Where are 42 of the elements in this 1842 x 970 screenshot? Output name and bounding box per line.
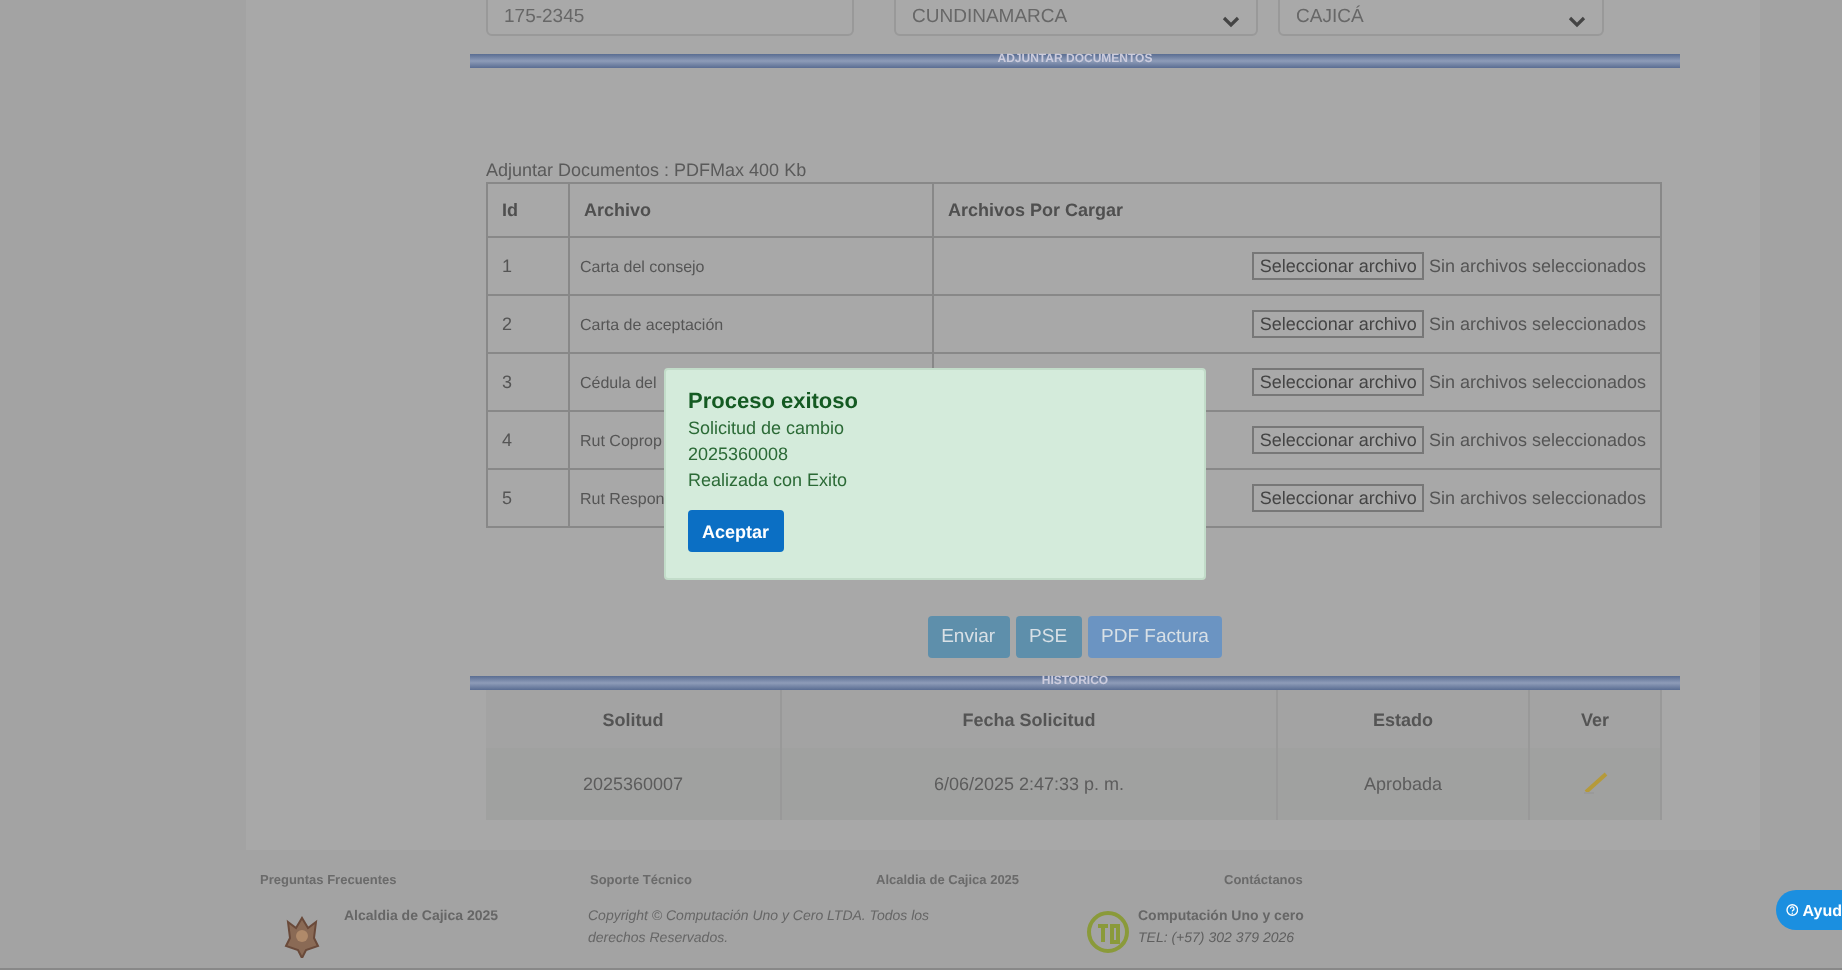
select-field[interactable]: CAJICÁ [1278,0,1604,36]
choose-file-button[interactable]: Seleccionar archivo [1251,252,1425,280]
dialog-title: Proceso exitoso [688,388,860,416]
question-icon [1786,900,1799,920]
choose-file-button[interactable]: Seleccionar archivo [1251,426,1425,454]
chevron-down-icon [1222,16,1240,28]
table-cell: Carta del consejo [569,237,933,295]
table-cell: Carta de aceptación [569,295,933,353]
dialog-text: Realizada con Exito [688,468,850,494]
attach-note: Adjuntar Documentos : PDFMax 400 Kb [486,160,809,182]
table-cell: 3 [487,353,569,411]
file-status: Sin archivos seleccionados [1428,488,1646,508]
dialog-text: 2025360008 [688,442,791,468]
table-cell: 5 [487,469,569,527]
table-cell: 6/06/2025 2:47:33 p. m. [781,748,1277,820]
choose-file-button[interactable]: Seleccionar archivo [1251,484,1425,512]
table-cell: 4 [487,411,569,469]
table-cell: 1 [487,237,569,295]
select-field[interactable]: CUNDINAMARCA [894,0,1258,36]
file-status: Sin archivos seleccionados [1428,430,1646,450]
action-button[interactable]: PDF Factura [1087,616,1223,658]
help-button[interactable]: Ayud [1776,890,1842,930]
column-header: Id [487,183,569,237]
input-field[interactable]: 175-2345 [486,0,854,36]
table-cell: 2 [487,295,569,353]
file-status: Sin archivos seleccionados [1428,372,1646,392]
table-cell: Aprobada [1277,748,1529,820]
crest-logo-icon [280,914,324,958]
choose-file-button[interactable]: Seleccionar archivo [1251,310,1425,338]
file-status: Sin archivos seleccionados [1428,256,1646,276]
action-button[interactable]: Enviar [927,616,1010,658]
chevron-down-icon [1568,16,1586,28]
choose-file-button[interactable]: Seleccionar archivo [1251,368,1425,396]
column-header: Archivos Por Cargar [933,183,1661,237]
accept-button[interactable]: Aceptar [688,510,784,552]
dialog-text: Solicitud de cambio [688,416,847,442]
company-logo-icon [1086,910,1130,954]
table-cell: 2025360007 [486,748,781,820]
column-header: Archivo [569,183,933,237]
pencil-icon[interactable] [1581,770,1609,794]
action-button[interactable]: PSE [1015,616,1082,658]
file-status: Sin archivos seleccionados [1428,314,1646,334]
